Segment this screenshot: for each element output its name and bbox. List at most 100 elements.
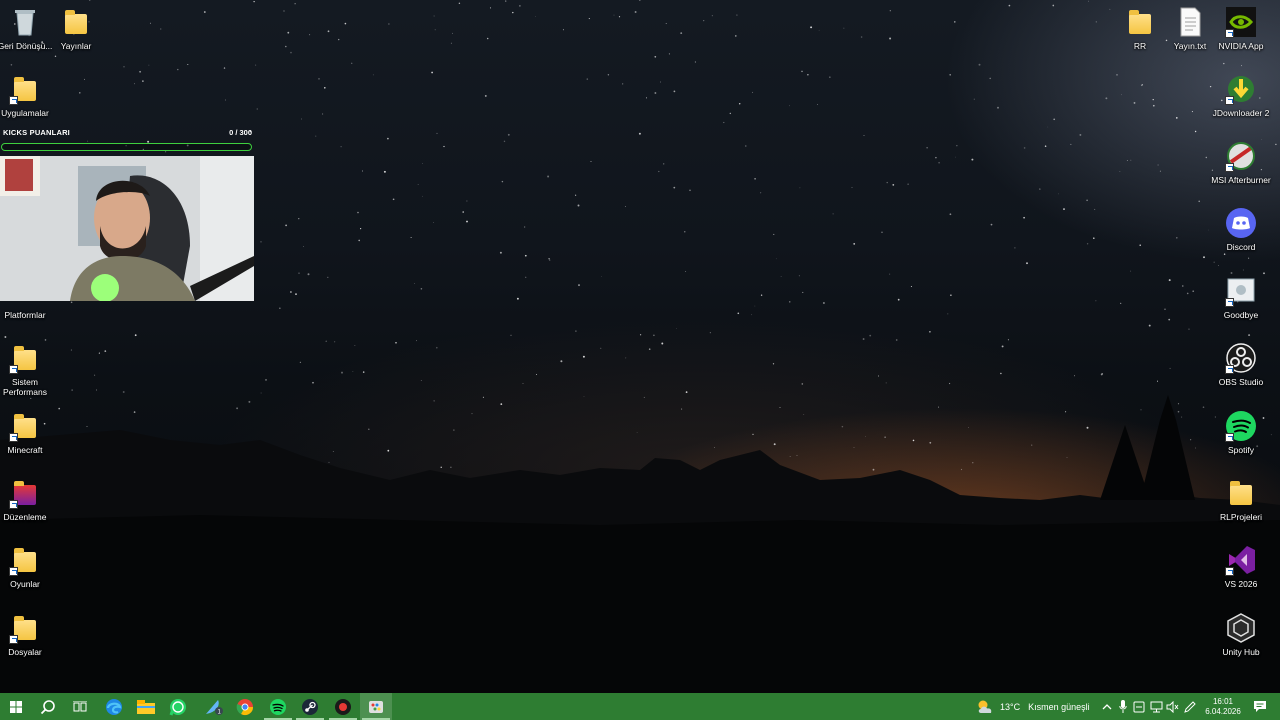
clock[interactable]: 16:01 6.04.2026 <box>1200 693 1246 720</box>
task-view-icon <box>73 700 87 711</box>
weather-widget[interactable]: 13°C Kısmen güneşli <box>976 693 1096 720</box>
taskbar-chrome[interactable] <box>229 693 261 720</box>
kicks-title: KICKS PUANLARI <box>3 128 70 137</box>
icon-label: NVIDIA App <box>1218 41 1264 51</box>
notifications-button[interactable] <box>1248 693 1272 720</box>
unity-hub-icon <box>1225 612 1257 644</box>
pen-icon <box>1184 700 1196 713</box>
clock-date: 6.04.2026 <box>1205 706 1241 716</box>
icon-label: Minecraft <box>7 445 43 455</box>
icon-label: Yayınlar <box>60 41 92 51</box>
partly-sunny-icon <box>978 700 992 713</box>
weather-temp: 13°C <box>1000 701 1021 712</box>
taskbar-steam[interactable] <box>294 693 326 720</box>
icon-label: Düzenleme <box>3 512 47 522</box>
feather-app-icon: 1 <box>206 699 223 715</box>
tray-app-icon <box>1133 701 1145 712</box>
folder-icon <box>9 477 41 509</box>
folder-icon <box>60 6 92 38</box>
microphone-tray[interactable] <box>1116 693 1130 720</box>
desktop-icon-rlprojeleri[interactable]: RLProjeleri <box>1207 477 1275 522</box>
icon-label: Discord <box>1226 242 1256 252</box>
task-view-button[interactable] <box>64 693 96 720</box>
recycle-bin-icon <box>9 6 41 38</box>
desktop-icon-uygulamalar[interactable]: Uygulamalar <box>0 73 59 118</box>
desktop-icon-minecraft[interactable]: Minecraft <box>0 410 59 455</box>
whatsapp-icon <box>169 698 186 715</box>
icon-label: Sistem Performans <box>3 377 47 397</box>
taskbar-whatsapp[interactable] <box>162 693 194 720</box>
desktop-icon-jdownloader[interactable]: JDownloader 2 <box>1207 73 1275 118</box>
desktop-icon-yayinlar[interactable]: Yayınlar <box>42 6 110 51</box>
folder-icon <box>9 410 41 442</box>
desktop-icon-obs-studio[interactable]: OBS Studio <box>1207 342 1275 387</box>
chrome-icon <box>236 698 254 715</box>
taskbar-edge[interactable] <box>98 693 130 720</box>
app-icon <box>335 698 351 715</box>
icon-label: VS 2026 <box>1224 579 1258 589</box>
desktop-icon-unity-hub[interactable]: Unity Hub <box>1207 612 1275 657</box>
folder-icon <box>9 73 41 105</box>
jdownloader-icon <box>1225 73 1257 105</box>
goodbye-icon <box>1225 275 1257 307</box>
spotify-icon <box>1225 410 1257 442</box>
search-button[interactable] <box>32 693 64 720</box>
desktop-icon-vs-2026[interactable]: VS 2026 <box>1207 544 1275 589</box>
text-file-icon <box>1174 6 1206 38</box>
desktop-icon-goodbye[interactable]: Goodbye <box>1207 275 1275 320</box>
chevron-up-icon <box>1102 703 1112 709</box>
icon-label: JDownloader 2 <box>1212 108 1270 118</box>
folder-icon <box>9 612 41 644</box>
folder-icon <box>9 342 41 374</box>
icon-label: Oyunlar <box>10 579 40 589</box>
icon-label: OBS Studio <box>1218 377 1264 387</box>
volume-tray[interactable] <box>1164 693 1180 720</box>
desktop-icon-nvidia-app[interactable]: NVIDIA App <box>1207 6 1275 51</box>
kicks-progress-bar <box>1 143 252 151</box>
desktop-icon-msi-afterburner[interactable]: MSI Afterburner <box>1207 140 1275 185</box>
icon-label: Spotify <box>1228 445 1254 455</box>
desktop-icon-sistem-performans[interactable]: Sistem Performans <box>0 342 59 397</box>
microphone-icon <box>1119 700 1127 713</box>
weather-text: Kısmen güneşli <box>1028 701 1090 712</box>
visual-studio-icon <box>1225 544 1257 576</box>
taskbar-file-explorer[interactable] <box>130 693 162 720</box>
network-icon <box>1150 701 1162 712</box>
kicks-points-overlay: KICKS PUANLARI 0 / 300 <box>0 126 256 154</box>
notification-icon <box>1254 701 1266 712</box>
edge-icon <box>106 698 122 715</box>
icon-label: Dosyalar <box>8 647 42 657</box>
icon-label: MSI Afterburner <box>1211 175 1271 185</box>
volume-muted-icon <box>1166 700 1178 713</box>
icon-label: Uygulamalar <box>1 108 49 118</box>
obs-icon <box>1225 342 1257 374</box>
folder-icon <box>9 544 41 576</box>
show-hidden-icons-button[interactable] <box>1099 693 1115 720</box>
start-button[interactable] <box>0 693 32 720</box>
search-icon <box>40 699 55 714</box>
taskbar-paint[interactable] <box>360 693 392 720</box>
folder-icon <box>1124 6 1156 38</box>
paint-icon <box>369 700 383 713</box>
desktop-icon-discord[interactable]: Discord <box>1207 207 1275 252</box>
taskbar-app[interactable] <box>327 693 359 720</box>
steam-icon <box>302 698 318 715</box>
desktop: Geri Dönüşü... Yayınlar Uygulamalar Plat… <box>0 0 1280 693</box>
desktop-icon-duzenleme[interactable]: Düzenleme <box>0 477 59 522</box>
desktop-icon-spotify[interactable]: Spotify <box>1207 410 1275 455</box>
clock-time: 16:01 <box>1212 696 1234 706</box>
desktop-icon-oyunlar[interactable]: Oyunlar <box>0 544 59 589</box>
taskbar: 1 13°C Kısmen güneşli 16:01 6.04.2026 <box>0 693 1280 720</box>
discord-icon <box>1225 207 1257 239</box>
taskbar-feather-app[interactable]: 1 <box>198 693 230 720</box>
mountain-silhouette <box>0 395 1280 693</box>
icon-label: Goodbye <box>1223 310 1259 320</box>
desktop-icon-dosyalar[interactable]: Dosyalar <box>0 612 59 657</box>
file-explorer-icon <box>137 699 155 714</box>
taskbar-spotify[interactable] <box>262 693 294 720</box>
pen-tray[interactable] <box>1182 693 1198 720</box>
spotify-icon <box>270 698 286 715</box>
tray-app[interactable] <box>1131 693 1147 720</box>
network-tray[interactable] <box>1148 693 1164 720</box>
kicks-count: 0 / 300 <box>229 128 252 137</box>
